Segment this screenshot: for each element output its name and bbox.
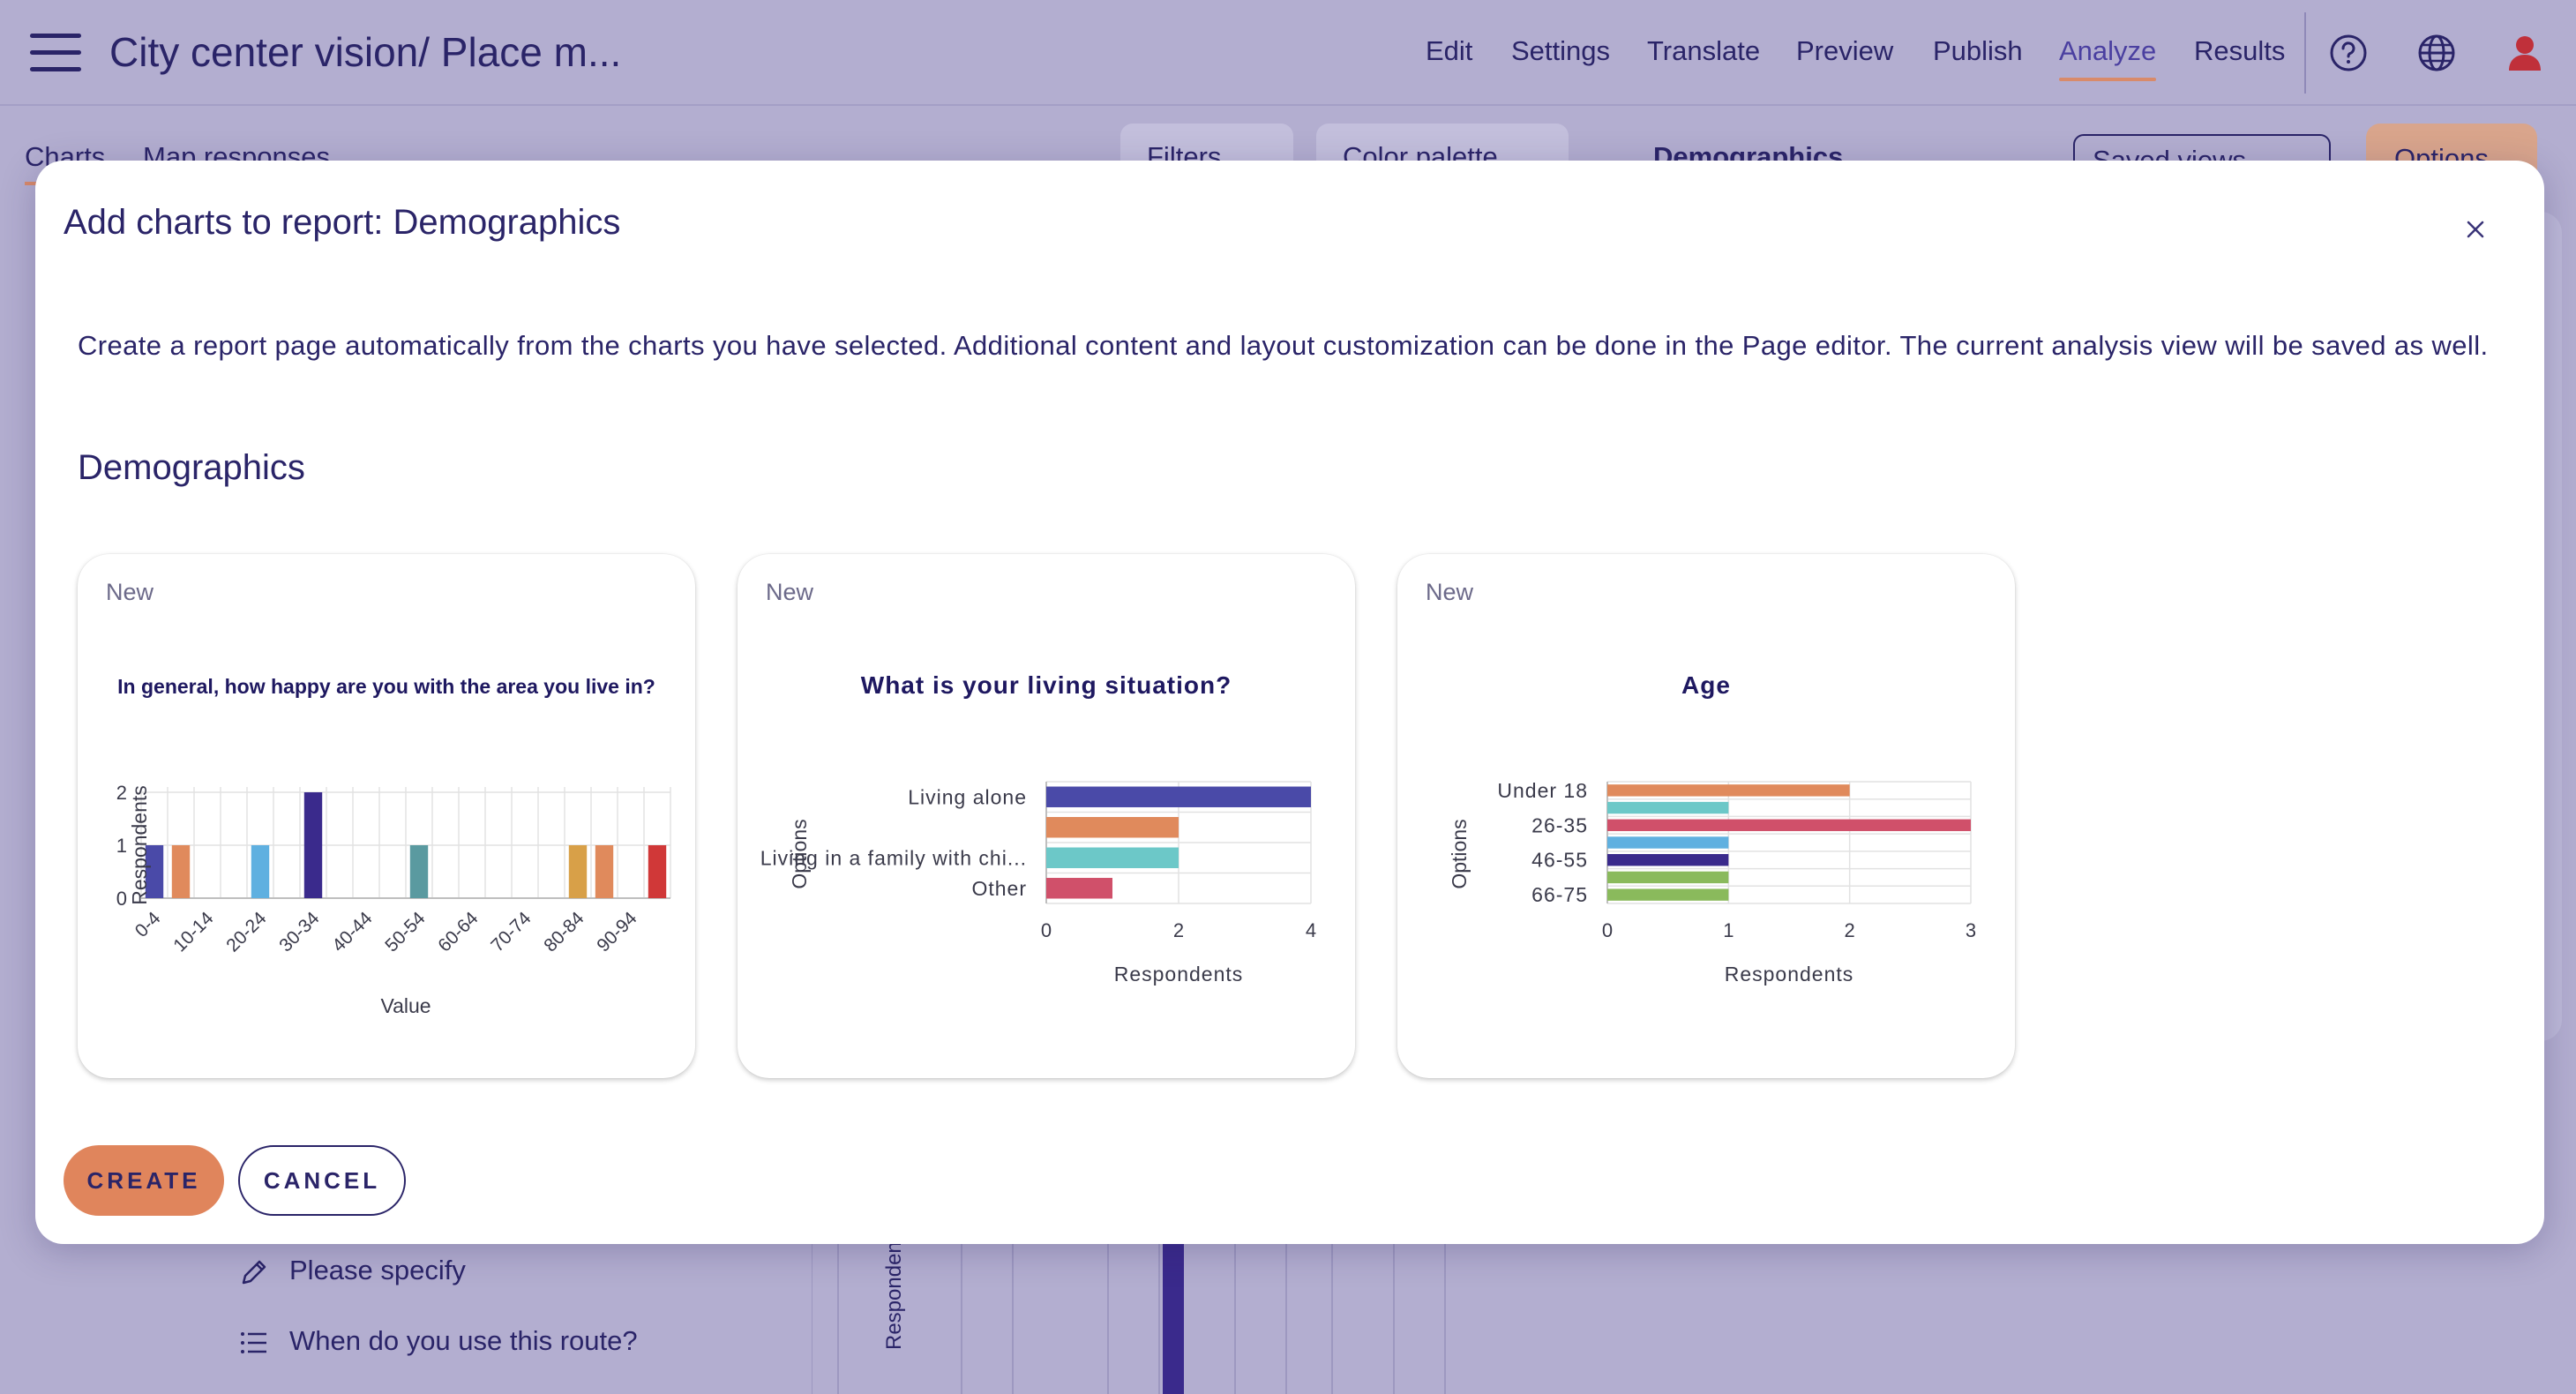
cancel-button[interactable]: CANCEL (238, 1145, 406, 1216)
x-tick-label: 0-4 (131, 908, 165, 941)
x-tick-label: 10-14 (169, 908, 217, 956)
chart-card-happiness[interactable]: New In general, how happy are you with t… (78, 554, 695, 1078)
bar (1607, 801, 1729, 814)
modal-title: Add charts to report: Demographics (64, 203, 621, 242)
nav-translate[interactable]: Translate (1647, 35, 1760, 67)
globe-icon[interactable] (2415, 32, 2458, 74)
help-circle-icon[interactable] (2327, 32, 2370, 74)
x-tick-label: 50-54 (381, 908, 429, 956)
bar (251, 845, 270, 898)
nav-settings[interactable]: Settings (1511, 35, 1610, 67)
user-icon[interactable] (2504, 32, 2546, 74)
chart-title: Age (1681, 671, 1731, 699)
x-tick-label: 70-74 (487, 908, 535, 956)
chart-card-age[interactable]: New Age 0 1 2 3 Under 18 26-35 46-55 66-75 Respon… (1397, 554, 2015, 1078)
x-tick-label: 0 (1602, 919, 1613, 941)
add-charts-modal: Add charts to report: Demographics Creat… (35, 161, 2544, 1244)
bar (1607, 871, 1729, 884)
bar (1607, 819, 1971, 831)
nav-preview[interactable]: Preview (1796, 35, 1893, 67)
x-tick-label: 40-44 (328, 908, 376, 956)
y-tick-label: 66-75 (1531, 883, 1588, 906)
background-chart (812, 1235, 1446, 1394)
x-tick-label: 1 (1723, 919, 1734, 941)
y-axis-label: Respondents (128, 785, 151, 905)
create-button[interactable]: CREATE (64, 1145, 224, 1216)
bar (1046, 847, 1179, 868)
y-axis-label: Options (1448, 819, 1471, 888)
nav-results[interactable]: Results (2194, 35, 2285, 67)
x-tick-label: 3 (1966, 919, 1976, 941)
nav-edit[interactable]: Edit (1426, 35, 1472, 67)
bar (1046, 786, 1311, 807)
bar (648, 845, 667, 898)
y-tick-label: Other (971, 877, 1027, 900)
y-tick-label: Living alone (908, 785, 1027, 808)
x-tick-label: 2 (1845, 919, 1855, 941)
x-tick-label: 80-84 (540, 908, 588, 956)
bar (171, 845, 191, 898)
x-tick-label: 20-24 (222, 908, 270, 956)
living-situation-chart: What is your living situation? 0 2 4 Living … (760, 671, 1316, 986)
y-tick-label: 2 (116, 782, 127, 804)
happiness-chart: In general, how happy are you with the a… (116, 675, 671, 1017)
bar (595, 845, 614, 898)
x-axis-label: Respondents (1725, 963, 1854, 986)
x-axis-label: Respondents (1114, 963, 1244, 986)
x-tick-label: 0 (1041, 919, 1052, 941)
bar (1607, 836, 1729, 849)
nav-publish[interactable]: Publish (1933, 35, 2023, 67)
bar (1607, 854, 1729, 866)
age-chart: Age 0 1 2 3 Under 18 26-35 46-55 66-75 Respondent… (1448, 671, 1976, 986)
app-title: City center vision/ Place m... (109, 29, 622, 75)
background-item-label: When do you use this route? (289, 1325, 638, 1356)
x-tick-label: 30-34 (275, 908, 323, 956)
bar (1046, 878, 1112, 899)
bar (409, 845, 429, 898)
bar (1607, 784, 1850, 797)
x-tick-label: 4 (1306, 919, 1316, 941)
chart-title: In general, how happy are you with the a… (117, 675, 655, 698)
background-item-label: Please specify (289, 1255, 466, 1285)
y-tick-label: 46-55 (1531, 849, 1588, 872)
y-tick-label: 26-35 (1531, 813, 1588, 836)
nav-divider (2304, 12, 2306, 94)
hamburger-icon[interactable] (30, 34, 81, 72)
x-tick-label: 90-94 (593, 908, 640, 956)
list-icon (241, 1332, 266, 1353)
nav-analyze[interactable]: Analyze (2059, 35, 2157, 81)
chart-card-living-situation[interactable]: New What is your living situation? 0 2 4 Liv… (738, 554, 1355, 1078)
top-bar: City center vision/ Place m... Edit Sett… (0, 0, 2576, 106)
y-tick-label: 1 (116, 835, 127, 857)
y-tick-label: 0 (116, 888, 127, 910)
bar (1046, 817, 1179, 838)
section-title: Demographics (78, 448, 305, 487)
y-axis-label: Options (788, 819, 811, 888)
chart-title: What is your living situation? (861, 671, 1232, 699)
y-tick-label: Under 18 (1497, 779, 1588, 802)
bar (303, 792, 323, 898)
close-icon[interactable] (2461, 215, 2490, 244)
x-tick-label: 2 (1173, 919, 1184, 941)
bar (568, 845, 588, 898)
x-tick-label: 60-64 (434, 908, 482, 956)
bar (1607, 888, 1729, 901)
pencil-icon (242, 1260, 266, 1285)
x-axis-label: Value (380, 994, 431, 1017)
modal-description: Create a report page automatically from … (78, 330, 2489, 361)
